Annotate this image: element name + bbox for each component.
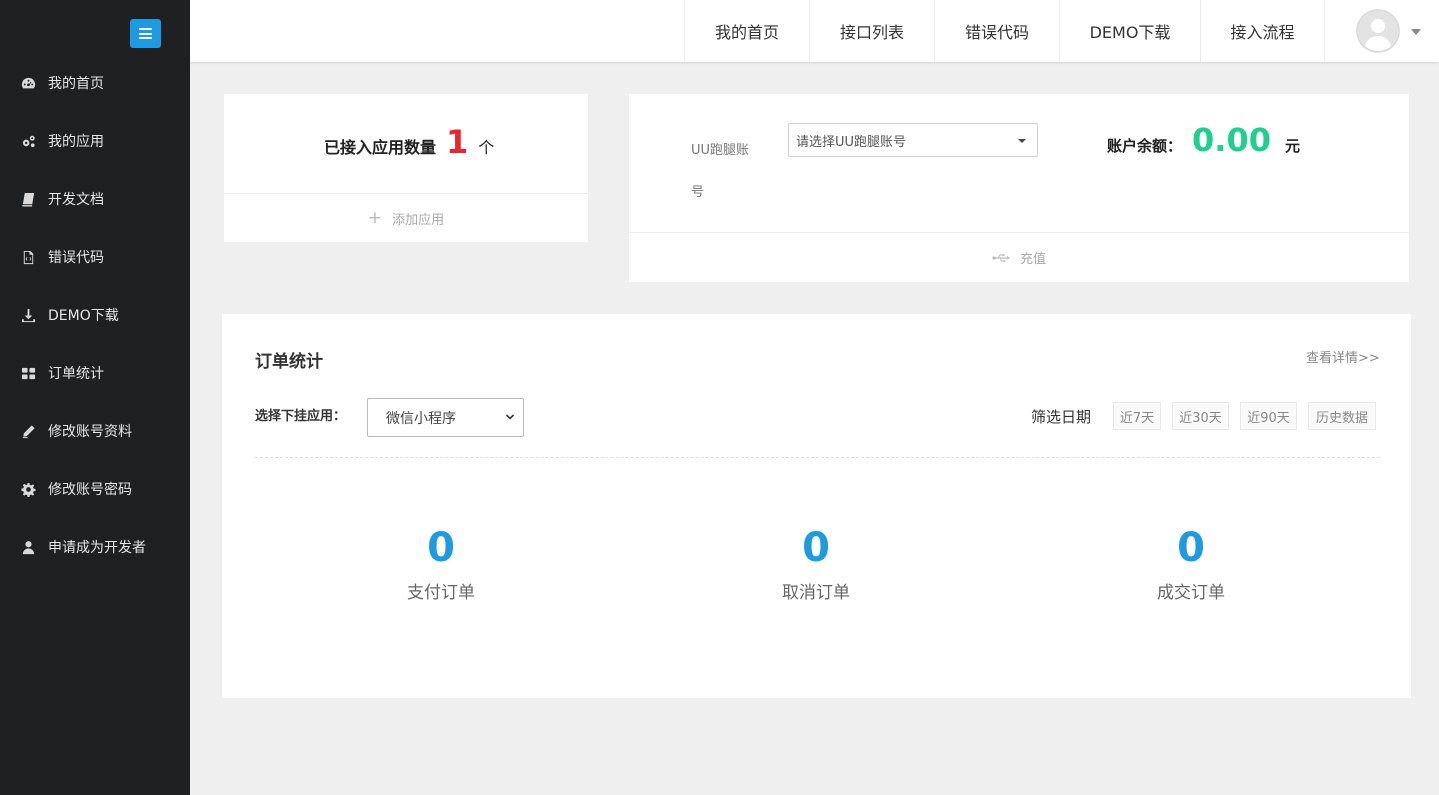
stat-value: 0 <box>802 525 830 571</box>
balance-label: 账户余额： <box>1107 137 1183 155</box>
order-stats-title: 订单统计 <box>255 352 323 372</box>
download-icon <box>20 307 36 323</box>
app-count-unit: 个 <box>478 138 495 157</box>
app-count-value: 1 <box>446 123 469 161</box>
sidebar-item-change-password[interactable]: 修改账号密码 <box>0 469 190 509</box>
stat-value: 0 <box>1177 525 1205 571</box>
sidebar-item-edit-profile[interactable]: 修改账号资料 <box>0 411 190 451</box>
date-filter-label: 筛选日期 <box>1031 408 1092 426</box>
app-select-label: 选择下挂应用： <box>255 409 347 424</box>
usb-icon <box>992 253 1012 263</box>
sidebar-item-demo-download[interactable]: DEMO下载 <box>0 295 190 335</box>
stat-paid-orders: 0 支付订单 <box>341 524 541 603</box>
user-avatar[interactable] <box>1356 9 1400 53</box>
stat-label: 支付订单 <box>407 583 475 603</box>
stat-completed-orders: 0 成交订单 <box>1091 524 1291 603</box>
date-filter-7d[interactable]: 近7天 <box>1113 402 1161 430</box>
sidebar-item-home[interactable]: 我的首页 <box>0 63 190 103</box>
date-filter-30d[interactable]: 近30天 <box>1172 402 1229 430</box>
stat-label: 取消订单 <box>782 583 850 603</box>
select-caret-icon <box>1018 139 1026 143</box>
sidebar-item-label: 申请成为开发者 <box>48 540 146 556</box>
sidebar-item-docs[interactable]: 开发文档 <box>0 179 190 219</box>
user-icon <box>20 539 36 555</box>
grid-icon <box>20 365 36 381</box>
hamburger-icon <box>139 28 152 39</box>
balance-value: 0.00 <box>1192 121 1271 159</box>
date-filter-history[interactable]: 历史数据 <box>1308 402 1376 430</box>
plus-icon: + <box>367 207 383 228</box>
add-app-label: 添加应用 <box>392 212 445 228</box>
order-stats-card <box>222 314 1411 698</box>
sidebar-item-label: 我的首页 <box>48 76 104 92</box>
uu-account-select-text: 请选择UU跑腿账号 <box>796 134 907 150</box>
pencil-icon <box>20 423 36 439</box>
topnav-item-home[interactable]: 我的首页 <box>684 0 809 62</box>
sidebar-item-label: 修改账号资料 <box>48 424 132 440</box>
sidebar-item-label: 订单统计 <box>48 366 104 382</box>
sidebar: 我的首页 我的应用 开发文档 错误代码 DEMO下载 订单统计 修改账号资料 修… <box>0 0 190 795</box>
user-menu-caret-icon[interactable] <box>1411 29 1421 35</box>
recharge-label: 充值 <box>1019 252 1046 267</box>
balance-summary: 账户余额： 0.00 元 <box>1107 122 1300 158</box>
top-navbar: 我的首页 接口列表 错误代码 DEMO下载 接入流程 <box>190 0 1439 62</box>
app-select[interactable]: 微信小程序 <box>367 398 524 437</box>
sidebar-item-label: DEMO下载 <box>48 308 119 324</box>
sidebar-item-error-codes[interactable]: 错误代码 <box>0 237 190 277</box>
avatar-placeholder-icon <box>1356 9 1400 53</box>
stat-cancelled-orders: 0 取消订单 <box>716 524 916 603</box>
uu-account-select[interactable]: 请选择UU跑腿账号 <box>788 123 1038 157</box>
app-count-summary: 已接入应用数量 1 个 <box>324 126 494 158</box>
stat-label: 成交订单 <box>1157 583 1225 603</box>
recharge-button[interactable]: 充值 <box>629 232 1409 282</box>
balance-unit: 元 <box>1284 137 1300 155</box>
topnav-item-integration-flow[interactable]: 接入流程 <box>1200 0 1325 62</box>
uu-account-label: UU跑腿账号 <box>691 143 750 200</box>
topnav-item-error-codes[interactable]: 错误代码 <box>934 0 1059 62</box>
app-count-label: 已接入应用数量 <box>324 138 437 157</box>
order-details-link[interactable]: 查看详情>> <box>1306 347 1380 366</box>
stat-value: 0 <box>427 525 455 571</box>
chevron-down-icon <box>505 412 515 422</box>
date-filter-90d[interactable]: 近90天 <box>1240 402 1297 430</box>
sidebar-item-order-stats[interactable]: 订单统计 <box>0 353 190 393</box>
topnav-item-demo-download[interactable]: DEMO下载 <box>1059 0 1200 62</box>
sidebar-item-apply-developer[interactable]: 申请成为开发者 <box>0 527 190 567</box>
cogs-icon <box>20 133 36 149</box>
topnav-item-api-list[interactable]: 接口列表 <box>809 0 934 62</box>
sidebar-item-label: 修改账号密码 <box>48 482 132 498</box>
book-icon <box>20 191 36 207</box>
file-code-icon <box>20 249 36 265</box>
app-select-text: 微信小程序 <box>386 410 456 427</box>
sidebar-item-label: 我的应用 <box>48 134 104 150</box>
section-divider <box>255 457 1380 458</box>
add-app-button[interactable]: + 添加应用 <box>224 193 588 242</box>
menu-toggle-button[interactable] <box>130 19 161 48</box>
gear-icon <box>20 481 36 497</box>
dashboard-icon <box>20 75 36 91</box>
sidebar-item-label: 开发文档 <box>48 192 104 208</box>
sidebar-item-label: 错误代码 <box>48 250 104 266</box>
sidebar-item-apps[interactable]: 我的应用 <box>0 121 190 161</box>
